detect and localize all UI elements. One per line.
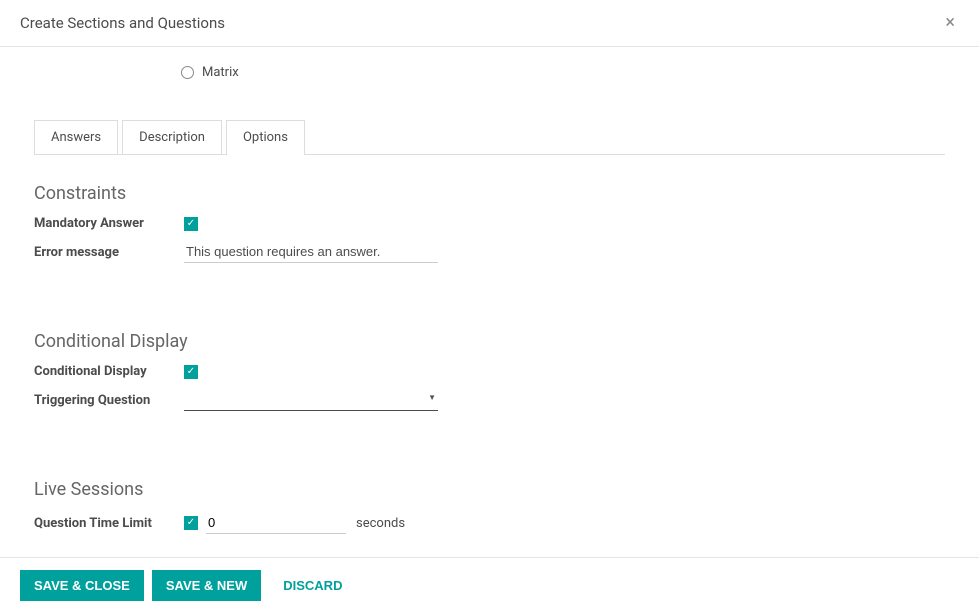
triggering-question-select[interactable]: ▼ <box>184 389 438 411</box>
section-heading-constraints: Constraints <box>34 183 945 204</box>
tab-answers[interactable]: Answers <box>34 120 118 154</box>
checkbox-conditional-display[interactable]: ✓ <box>184 365 198 379</box>
label-triggering-question: Triggering Question <box>34 393 184 408</box>
radio-label-matrix: Matrix <box>202 65 239 80</box>
tab-description[interactable]: Description <box>122 120 222 154</box>
tab-options[interactable]: Options <box>226 120 305 154</box>
modal-header: Create Sections and Questions × <box>0 0 979 47</box>
modal-footer: SAVE & CLOSE SAVE & NEW DISCARD <box>0 557 979 613</box>
modal-title: Create Sections and Questions <box>20 14 225 32</box>
radio-icon <box>181 66 194 79</box>
label-conditional-display: Conditional Display <box>34 364 184 379</box>
field-triggering-question: Triggering Question ▼ <box>34 389 945 411</box>
save-new-button[interactable]: SAVE & NEW <box>152 570 261 601</box>
section-heading-conditional: Conditional Display <box>34 331 945 352</box>
modal-body[interactable]: Matrix Answers Description Options Const… <box>0 47 979 557</box>
checkbox-mandatory-answer[interactable]: ✓ <box>184 217 198 231</box>
input-error-message[interactable] <box>184 241 438 263</box>
section-heading-live-sessions: Live Sessions <box>34 479 945 500</box>
field-question-time-limit: Question Time Limit ✓ seconds <box>34 512 945 534</box>
content-wrap: Matrix Answers Description Options Const… <box>0 65 979 557</box>
field-error-message: Error message <box>34 241 945 263</box>
discard-button[interactable]: DISCARD <box>269 570 356 601</box>
close-icon[interactable]: × <box>941 14 959 32</box>
label-question-time-limit: Question Time Limit <box>34 516 184 531</box>
tabs: Answers Description Options <box>34 120 945 155</box>
save-close-button[interactable]: SAVE & CLOSE <box>20 570 144 601</box>
label-mandatory-answer: Mandatory Answer <box>34 216 184 231</box>
field-mandatory-answer: Mandatory Answer ✓ <box>34 216 945 231</box>
input-triggering-question[interactable] <box>184 389 438 411</box>
field-conditional-display: Conditional Display ✓ <box>34 364 945 379</box>
input-question-time-limit[interactable] <box>206 512 346 534</box>
label-seconds-unit: seconds <box>356 516 405 531</box>
checkbox-question-time-limit[interactable]: ✓ <box>184 516 198 530</box>
label-error-message: Error message <box>34 245 184 260</box>
radio-option-matrix[interactable]: Matrix <box>181 65 945 80</box>
